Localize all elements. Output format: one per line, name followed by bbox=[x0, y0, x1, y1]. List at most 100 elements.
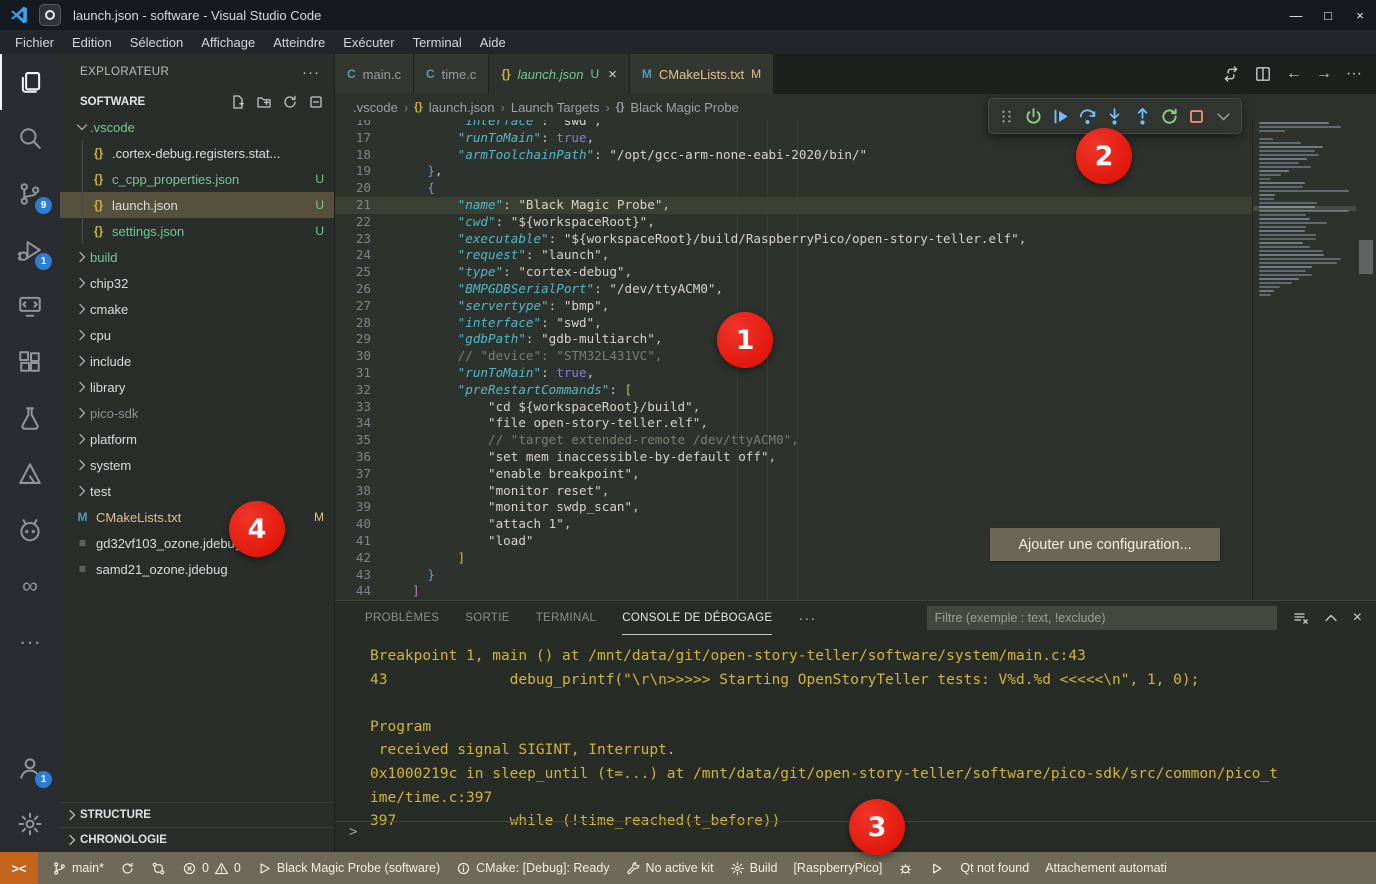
status-no-active-kit[interactable]: No active kit bbox=[618, 861, 722, 876]
status-cmake-debug-ready[interactable]: CMake: [Debug]: Ready bbox=[448, 861, 617, 876]
panel-more-icon[interactable]: ··· bbox=[798, 610, 816, 627]
panel-tab-console-de-d-bogage[interactable]: CONSOLE DE DÉBOGAGE bbox=[622, 601, 772, 635]
debug-step-over-icon[interactable] bbox=[1076, 103, 1099, 129]
breadcrumb-item[interactable]: Launch Targets bbox=[511, 100, 600, 115]
status-sync-icon[interactable] bbox=[112, 861, 143, 876]
menu-atteindre[interactable]: Atteindre bbox=[264, 32, 334, 53]
menu-aide[interactable]: Aide bbox=[471, 32, 515, 53]
filter-input[interactable] bbox=[927, 606, 1277, 630]
debug-chevron-down-icon[interactable] bbox=[1212, 103, 1235, 129]
status-bug-icon[interactable] bbox=[890, 861, 921, 876]
explorer-section-software[interactable]: SOFTWARE bbox=[60, 90, 334, 114]
activity-search-icon[interactable] bbox=[0, 110, 60, 166]
sidebar-section-chronologie[interactable]: CHRONOLOGIE bbox=[60, 827, 333, 852]
close-button[interactable]: × bbox=[1344, 0, 1376, 30]
activity-extensions-icon[interactable] bbox=[0, 334, 60, 390]
tree-item-library[interactable]: library bbox=[60, 374, 334, 400]
debug-continue-icon[interactable] bbox=[1049, 103, 1072, 129]
tree-item-cmake[interactable]: cmake bbox=[60, 296, 334, 322]
panel-tab-sortie[interactable]: SORTIE bbox=[465, 601, 509, 635]
status-build[interactable]: Build bbox=[722, 861, 786, 876]
debug-restart-icon[interactable] bbox=[1158, 103, 1181, 129]
activity-testing-icon[interactable] bbox=[0, 390, 60, 446]
status--raspberrypico-[interactable]: [RaspberryPico] bbox=[785, 861, 890, 875]
breadcrumb-item[interactable]: Black Magic Probe bbox=[630, 100, 738, 115]
maximize-panel-icon[interactable] bbox=[1323, 610, 1339, 626]
menu-exécuter[interactable]: Exécuter bbox=[334, 32, 403, 53]
tree-item-samd21-ozone-jdebug[interactable]: ≡samd21_ozone.jdebug bbox=[60, 556, 334, 582]
tree-item-system[interactable]: system bbox=[60, 452, 334, 478]
tree-item--cortex-debug-registers-stat-[interactable]: {}.cortex-debug.registers.stat... bbox=[60, 140, 334, 166]
activity-cmake-icon[interactable] bbox=[0, 446, 60, 502]
panel-tab-probl-mes[interactable]: PROBLÈMES bbox=[365, 601, 439, 635]
tab-cmakelists-txt[interactable]: MCMakeLists.txtM bbox=[630, 54, 774, 94]
menu-sélection[interactable]: Sélection bbox=[121, 32, 192, 53]
debug-drag-grip-icon[interactable] bbox=[995, 103, 1018, 129]
tree-item-pico-sdk[interactable]: pico-sdk bbox=[60, 400, 334, 426]
tab-main-c[interactable]: Cmain.c bbox=[335, 54, 414, 94]
open-changes-icon[interactable] bbox=[1222, 65, 1240, 83]
code-editor[interactable]: 16 "interface": "swd",17 "runToMain": tr… bbox=[335, 120, 1376, 600]
activity-account-icon[interactable]: 1 bbox=[0, 740, 60, 796]
activity-files-icon[interactable] bbox=[0, 54, 60, 110]
debug-step-into-icon[interactable] bbox=[1103, 103, 1126, 129]
tab-time-c[interactable]: Ctime.c bbox=[414, 54, 489, 94]
arrow-right-icon[interactable]: → bbox=[1316, 65, 1332, 83]
clear-console-icon[interactable] bbox=[1293, 610, 1309, 626]
tree-item-cmakelists-txt[interactable]: MCMakeLists.txtM bbox=[60, 504, 334, 530]
tree-item--vscode[interactable]: .vscode bbox=[60, 114, 334, 140]
tab-launch-json[interactable]: {}launch.jsonU× bbox=[489, 54, 630, 94]
debug-power-icon[interactable] bbox=[1022, 103, 1045, 129]
menu-affichage[interactable]: Affichage bbox=[192, 32, 264, 53]
explorer-more-icon[interactable]: ··· bbox=[302, 64, 320, 81]
activity-settings-gear-icon[interactable] bbox=[0, 796, 60, 852]
panel-tab-terminal[interactable]: TERMINAL bbox=[536, 601, 597, 635]
activity-more-icon[interactable]: ··· bbox=[0, 614, 60, 670]
arrow-left-icon[interactable]: ← bbox=[1286, 65, 1302, 83]
minimize-button[interactable]: — bbox=[1280, 0, 1312, 30]
status-attachement-automati[interactable]: Attachement automati bbox=[1037, 861, 1175, 875]
activity-remote-explorer-icon[interactable] bbox=[0, 278, 60, 334]
split-editor-icon[interactable] bbox=[1254, 65, 1272, 83]
new-file-icon[interactable] bbox=[230, 94, 246, 110]
new-folder-icon[interactable] bbox=[256, 94, 272, 110]
menu-fichier[interactable]: Fichier bbox=[6, 32, 63, 53]
debug-step-out-icon[interactable] bbox=[1131, 103, 1154, 129]
breadcrumb-item[interactable]: .vscode bbox=[353, 100, 398, 115]
status-main-[interactable]: main* bbox=[44, 861, 112, 876]
activity-platformio-icon[interactable] bbox=[0, 502, 60, 558]
tree-item-platform[interactable]: platform bbox=[60, 426, 334, 452]
status-qt-not-found[interactable]: Qt not found bbox=[952, 861, 1037, 875]
more-actions-icon[interactable]: ··· bbox=[1346, 65, 1362, 83]
status-black-magic-probe-software-[interactable]: Black Magic Probe (software) bbox=[249, 861, 448, 876]
activity-source-control-icon[interactable]: 9 bbox=[0, 166, 60, 222]
remote-window-indicator[interactable]: >< bbox=[0, 852, 38, 884]
tree-item-build[interactable]: build bbox=[60, 244, 334, 270]
tree-item-include[interactable]: include bbox=[60, 348, 334, 374]
menu-edition[interactable]: Edition bbox=[63, 32, 121, 53]
close-icon[interactable]: × bbox=[608, 66, 617, 83]
refresh-icon[interactable] bbox=[282, 94, 298, 110]
tree-item-cpu[interactable]: cpu bbox=[60, 322, 334, 348]
editor-scrollbar[interactable] bbox=[1356, 120, 1376, 600]
breadcrumb-item[interactable]: launch.json bbox=[429, 100, 495, 115]
activity-vs-project-icon[interactable]: ∞ bbox=[0, 558, 60, 614]
tree-item-settings-json[interactable]: {}settings.jsonU bbox=[60, 218, 334, 244]
maximize-button[interactable]: □ bbox=[1312, 0, 1344, 30]
tree-item-gd32vf103-ozone-jdebug[interactable]: ≡gd32vf103_ozone.jdebug bbox=[60, 530, 334, 556]
tree-item-chip32[interactable]: chip32 bbox=[60, 270, 334, 296]
tree-item-launch-json[interactable]: {}launch.jsonU bbox=[60, 192, 334, 218]
minimap[interactable] bbox=[1252, 120, 1356, 600]
scrollbar-handle[interactable] bbox=[1359, 240, 1373, 274]
status-0[interactable]: 00 bbox=[174, 861, 249, 876]
collapse-folders-icon[interactable] bbox=[308, 94, 324, 110]
debug-stop-icon[interactable] bbox=[1185, 103, 1208, 129]
activity-run-debug-icon[interactable]: 1 bbox=[0, 222, 60, 278]
sidebar-section-structure[interactable]: STRUCTURE bbox=[60, 802, 333, 827]
tree-item-c-cpp-properties-json[interactable]: {}c_cpp_properties.jsonU bbox=[60, 166, 334, 192]
menu-terminal[interactable]: Terminal bbox=[404, 32, 471, 53]
status-play-icon[interactable] bbox=[921, 861, 952, 876]
add-configuration-button[interactable]: Ajouter une configuration... bbox=[990, 528, 1220, 561]
tree-item-test[interactable]: test bbox=[60, 478, 334, 504]
close-panel-icon[interactable]: × bbox=[1353, 609, 1362, 627]
